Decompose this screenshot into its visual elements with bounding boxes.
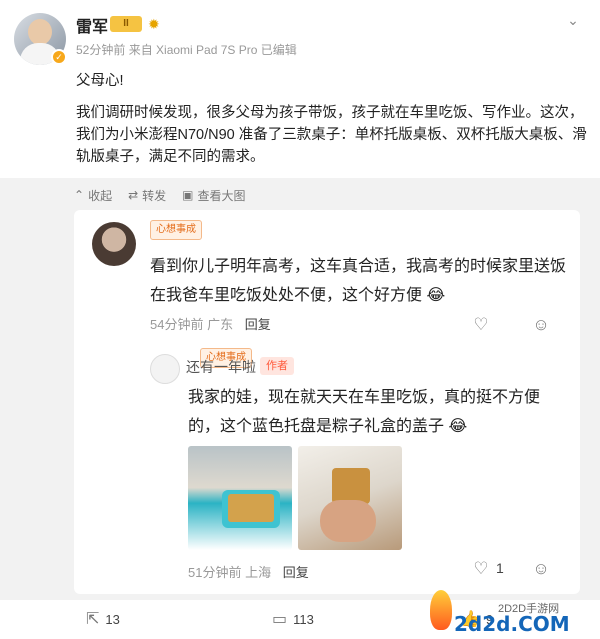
post-text-line-2: 我们调研时候发现，很多父母为孩子带饭，孩子就在车里吃饭、写作业。这次，我们为小米… (76, 105, 587, 165)
share-icon: ⇱ (86, 611, 100, 628)
comment-reply-button[interactable]: 回复 (245, 317, 271, 332)
site-watermark: 2D2D手游网 2d2d.COM (430, 588, 590, 636)
smile-icon[interactable]: ☺ (530, 314, 552, 336)
watermark-big-text: 2d2d.COM (454, 612, 570, 636)
post-edited: 已编辑 (260, 43, 297, 57)
reply-location: 上海 (245, 565, 272, 580)
reply-time: 51分钟前 (188, 565, 242, 580)
avatar-face (28, 19, 52, 45)
heart-icon[interactable]: ♡ (470, 558, 492, 580)
reply-meta: 51分钟前 上海 回复 (188, 562, 309, 581)
view-image-button[interactable]: ▣ 查看大图 (182, 183, 245, 207)
comment-body: 看到你儿子明年高考，这车真合适，我高考的时候家里送饭在我爸车里吃饭处处不便，这个… (150, 258, 567, 304)
comment-location: 广东 (207, 317, 234, 332)
heart-icon[interactable]: ♡ (470, 314, 492, 336)
snack-shape (332, 468, 370, 504)
share-button[interactable]: ⇱ 13 (86, 609, 120, 629)
post-meta: 52分钟前 来自 Xiaomi Pad 7S Pro 已编辑 (76, 41, 297, 58)
comment-icon: ▭ (272, 611, 288, 628)
repost-icon: ⇄ (128, 188, 139, 202)
weibo-post: ✓ 雷军 II ✹ 52分钟前 来自 Xiaomi Pad 7S Pro 已编辑… (0, 0, 600, 178)
post-actions: ⌃ 收起 ⇄ 转发 ▣ 查看大图 (74, 183, 246, 207)
reply-author-name[interactable]: 还有一年啦 (186, 357, 256, 377)
author-name[interactable]: 雷军 (76, 13, 108, 37)
laughing-emoji-icon: 😂 (448, 418, 468, 435)
comment-section: 心想事成 看到你儿子明年高考，这车真合适，我高考的时候家里送饭在我爸车里吃饭处处… (74, 210, 580, 594)
comment-count: 113 (293, 611, 314, 627)
commenter-avatar[interactable] (92, 222, 136, 266)
reply-text: 我家的娃，现在就天天在车里吃饭，真的挺不方便的，这个蓝色托盘是粽子礼盒的盖子 😂 (188, 383, 564, 441)
collapse-label: 收起 (88, 188, 113, 203)
flame-logo-icon (430, 590, 452, 630)
comment-text: 看到你儿子明年高考，这车真合适，我高考的时候家里送饭在我爸车里吃饭处处不便，这个… (150, 252, 570, 310)
image-icon: ▣ (182, 188, 194, 202)
post-source: 来自 Xiaomi Pad 7S Pro (128, 43, 258, 57)
reply-image-2[interactable] (298, 446, 402, 550)
reply-image-1[interactable] (188, 446, 292, 550)
comment-button[interactable]: ▭ 113 (272, 609, 314, 629)
hand-shape (320, 500, 376, 542)
reply-author-avatar[interactable] (150, 354, 180, 384)
author-tag: 作者 (260, 357, 294, 375)
collapse-button[interactable]: ⌃ 收起 (74, 183, 112, 207)
chevron-down-icon[interactable]: ⌄ (564, 12, 582, 30)
repost-label: 转发 (142, 188, 167, 203)
collapse-icon: ⌃ (74, 188, 85, 202)
vip-level-badge[interactable]: II (110, 16, 142, 32)
view-image-label: 查看大图 (197, 188, 246, 203)
post-body: 父母心! 我们调研时候发现，很多父母为孩子带饭，孩子就在车里吃饭、写作业。这次，… (76, 70, 588, 178)
reply-reply-button[interactable]: 回复 (283, 565, 309, 580)
laughing-emoji-icon: 😂 (426, 287, 446, 304)
post-text-line-1: 父母心! (76, 73, 124, 89)
smile-icon[interactable]: ☺ (530, 558, 552, 580)
commenter-badge: 心想事成 (150, 220, 202, 240)
reply-like-count: 1 (496, 560, 504, 576)
food-shape (228, 494, 274, 522)
comment-meta: 54分钟前 广东 回复 (150, 314, 271, 333)
comment-time: 54分钟前 (150, 317, 204, 332)
reply-body: 我家的娃，现在就天天在车里吃饭，真的挺不方便的，这个蓝色托盘是粽子礼盒的盖子 (188, 389, 541, 435)
repost-button[interactable]: ⇄ 转发 (128, 183, 166, 207)
share-count: 13 (105, 611, 120, 627)
post-time: 52分钟前 (76, 43, 126, 57)
sun-icon: ✹ (148, 16, 160, 32)
verified-icon: ✓ (51, 49, 67, 65)
